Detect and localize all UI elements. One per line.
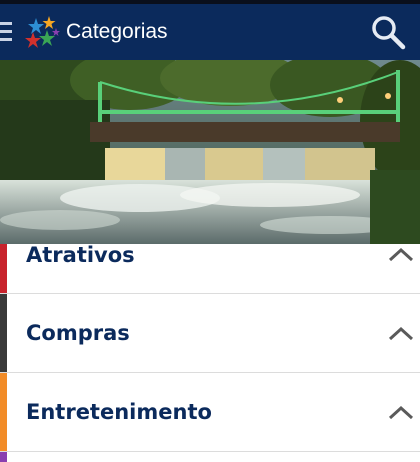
category-color-bar (0, 244, 7, 293)
search-icon[interactable] (368, 12, 408, 52)
hero-banner-image (0, 60, 420, 244)
chevron-up-icon[interactable] (388, 405, 414, 421)
category-color-bar (0, 294, 7, 372)
category-label: Entretenimento (26, 400, 212, 424)
hamburger-menu-icon[interactable] (0, 22, 12, 42)
category-color-bar (0, 452, 7, 462)
category-row-entretenimento[interactable]: Entretenimento (0, 373, 420, 452)
stars-logo-icon (25, 16, 60, 48)
chevron-up-icon[interactable] (388, 247, 414, 263)
category-row-partial[interactable] (0, 452, 420, 462)
category-label: Atrativos (26, 243, 135, 267)
category-row-compras[interactable]: Compras (0, 294, 420, 373)
category-label: Compras (26, 321, 130, 345)
category-row-atrativos[interactable]: Atrativos (0, 244, 420, 294)
category-color-bar (0, 373, 7, 451)
chevron-up-icon[interactable] (388, 326, 414, 342)
page-title: Categorias (66, 20, 168, 43)
app-bar: Categorias (0, 4, 420, 60)
